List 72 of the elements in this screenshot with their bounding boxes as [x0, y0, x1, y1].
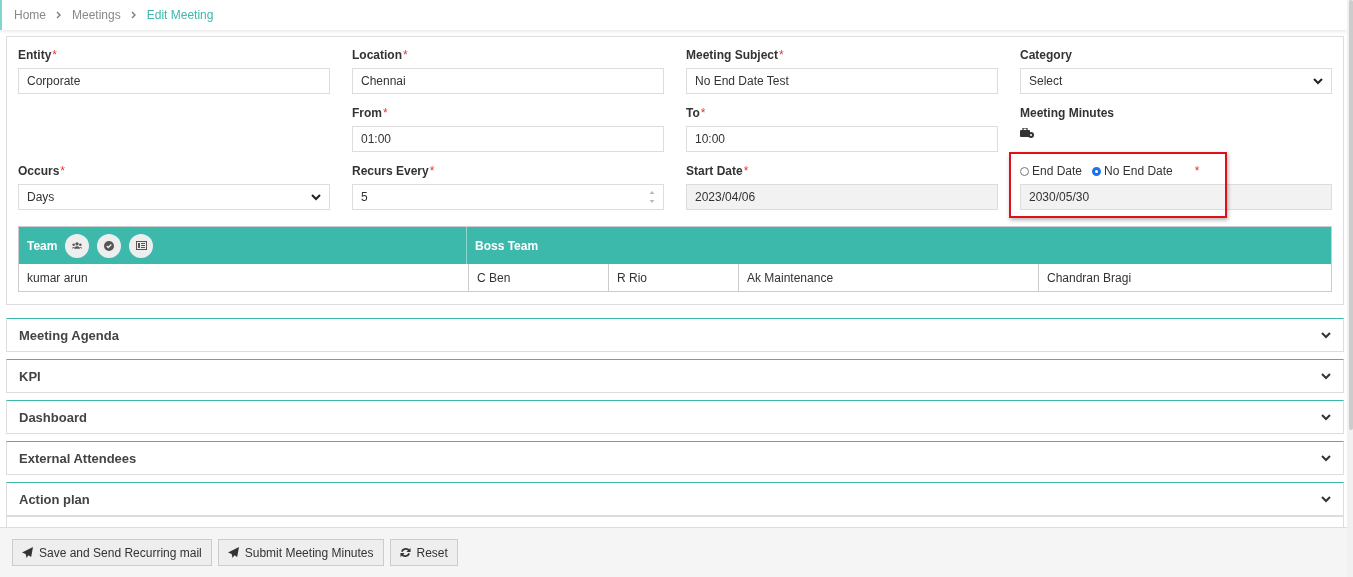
table-cell: C Ben [468, 264, 608, 291]
chevron-down-icon [1313, 77, 1323, 85]
accordion-panel[interactable]: External Attendees [6, 441, 1344, 475]
field-label: Location [352, 48, 402, 62]
chevron-down-icon[interactable] [1321, 495, 1331, 503]
field-label: Category [1020, 48, 1072, 62]
required-mark: * [429, 164, 435, 178]
select-field[interactable]: Days [18, 184, 330, 210]
required-mark: * [743, 164, 749, 178]
check-circle-icon[interactable] [97, 233, 122, 258]
field-label: To [686, 106, 700, 120]
chevron-down-icon[interactable] [1321, 372, 1331, 380]
required-mark: * [403, 48, 408, 62]
required-mark: * [52, 48, 57, 62]
date-field[interactable]: 2023/04/06 [686, 184, 998, 210]
table-cell: Ak Maintenance [738, 264, 1038, 291]
accordion-panel[interactable]: Dashboard [6, 400, 1344, 434]
accordion-panel[interactable]: KPI [6, 359, 1344, 393]
field-label: Recurs Every [352, 164, 429, 178]
required-mark: * [700, 106, 706, 120]
text-field[interactable]: Chennai [352, 68, 664, 94]
field-label: Occurs [18, 164, 60, 178]
select-field[interactable]: Select [1020, 68, 1332, 94]
date-field[interactable]: 2030/05/30 [1020, 184, 1332, 210]
action-button[interactable]: Reset [389, 539, 458, 566]
paper-plane-icon [22, 547, 33, 558]
chevron-down-icon[interactable] [1321, 331, 1331, 339]
chevron-down-icon[interactable] [1321, 413, 1331, 421]
chevron-down-icon[interactable] [1321, 454, 1331, 462]
team-heading: Team [27, 238, 58, 253]
number-field[interactable]: 5 [352, 184, 664, 210]
chevron-right-icon [130, 11, 137, 19]
required-mark: * [383, 106, 388, 120]
field-label: From [352, 106, 382, 120]
required-mark: * [779, 48, 784, 62]
radio-option[interactable]: End Date [1020, 164, 1083, 178]
breadcrumb-link[interactable]: Meetings [72, 8, 121, 22]
refresh-icon [399, 547, 411, 558]
field-label: Start Date [686, 164, 743, 178]
action-button[interactable]: Submit Meeting Minutes [217, 539, 384, 566]
radio-option[interactable]: No End Date [1092, 164, 1173, 178]
people-icon[interactable] [65, 233, 90, 258]
chevron-right-icon [56, 11, 62, 19]
panel-title: Action plan [19, 491, 90, 507]
panel-title: Meeting Agenda [19, 327, 119, 343]
required-mark: * [1194, 164, 1200, 178]
text-field[interactable]: 01:00 [352, 126, 664, 152]
text-field[interactable]: No End Date Test [686, 68, 998, 94]
field-label: Meeting Minutes [1020, 106, 1114, 120]
panel-title: Dashboard [19, 409, 87, 425]
action-button[interactable]: Save and Send Recurring mail [12, 539, 212, 566]
table-cell: Chandran Bragi [1038, 264, 1331, 291]
radio-button[interactable] [1092, 166, 1102, 176]
chevron-down-icon [311, 193, 321, 201]
field-label: Entity [18, 48, 52, 62]
accordion-panel[interactable]: Meeting Agenda [6, 318, 1344, 352]
panel-title: KPI [19, 368, 41, 384]
accordion-panel[interactable]: Action plan [6, 482, 1344, 516]
required-mark: * [60, 164, 66, 178]
scrollbar[interactable] [1347, 0, 1353, 577]
breadcrumb-link[interactable]: Home [14, 8, 46, 22]
briefcase-icon[interactable] [1020, 128, 1034, 138]
panel-title: External Attendees [19, 450, 137, 466]
paper-plane-icon [227, 547, 239, 558]
field-label: Meeting Subject [686, 48, 778, 62]
table-header: Boss Team [474, 237, 540, 255]
list-icon[interactable] [129, 233, 154, 258]
table-cell: R Rio [608, 264, 738, 291]
text-field[interactable]: 10:00 [686, 126, 998, 152]
radio-button[interactable] [1020, 166, 1029, 176]
text-field[interactable]: Corporate [18, 68, 330, 94]
table-cell-text: kumar arun [26, 269, 89, 287]
